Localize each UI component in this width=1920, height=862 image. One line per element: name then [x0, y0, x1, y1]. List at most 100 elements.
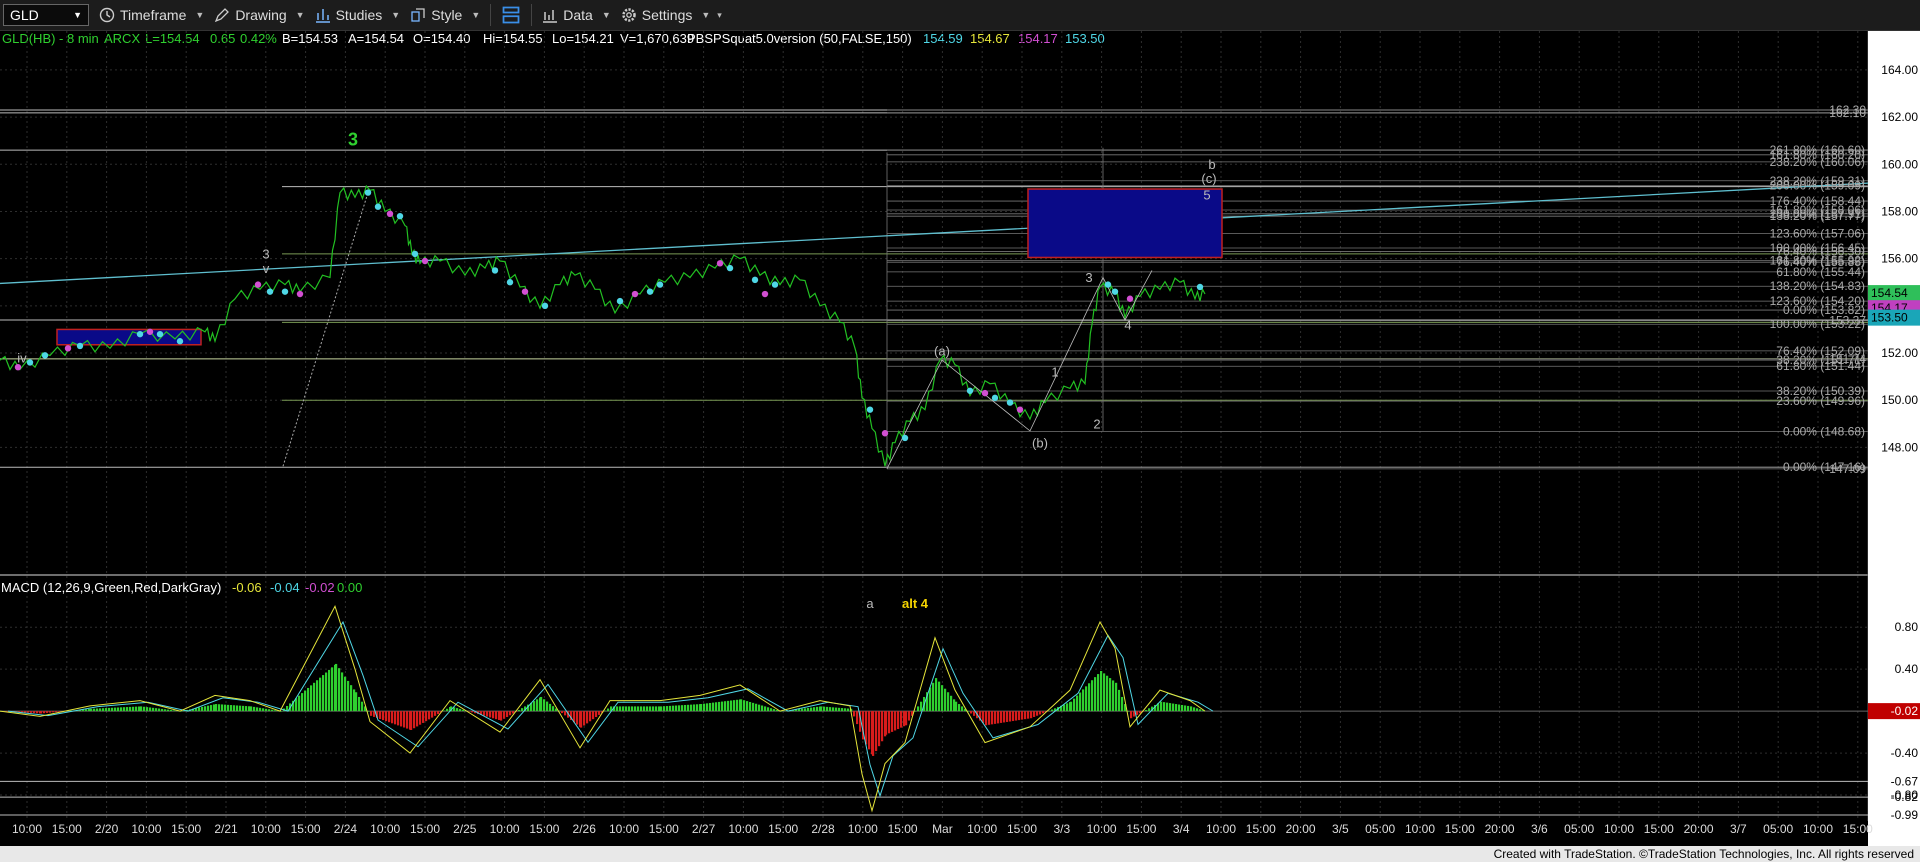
- macd-histogram-bar: [721, 701, 724, 712]
- macd-histogram-bar: [770, 708, 773, 712]
- macd-histogram-bar: [894, 711, 897, 731]
- time-tick-label: 3/6: [1531, 822, 1548, 836]
- macd-histogram-bar: [897, 711, 900, 730]
- macd-histogram-bar: [410, 711, 413, 730]
- fib-label: 123.60% (157.06): [1770, 227, 1865, 241]
- macd-histogram-bar: [658, 706, 661, 712]
- data-label: Data: [563, 7, 593, 23]
- time-tick-label: 15:00: [1007, 822, 1037, 836]
- time-tick-label: 3/4: [1173, 822, 1190, 836]
- macd-histogram-bar: [700, 704, 703, 712]
- last-price: L=154.54: [145, 31, 200, 46]
- macd-histogram-bar: [687, 704, 690, 712]
- study-dot: [1104, 281, 1112, 288]
- fib-label: 138.20% (154.83): [1770, 279, 1865, 293]
- macd-histogram-bar: [1196, 708, 1199, 712]
- macd-value-4: 0.00: [337, 580, 362, 595]
- macd-histogram-bar: [663, 706, 666, 712]
- macd-histogram-bar: [138, 706, 141, 712]
- time-tick-label: 10:00: [1405, 822, 1435, 836]
- price-chart[interactable]: GLD(HB) - 8 min ARCX L=154.54 0.65 0.42%…: [0, 31, 1920, 846]
- layout-icon: [502, 6, 520, 24]
- macd-histogram-bar: [397, 711, 400, 726]
- data-menu[interactable]: Data ▼: [542, 7, 611, 23]
- macd-histogram-bar: [607, 708, 610, 712]
- macd-histogram-bar: [847, 708, 850, 712]
- macd-histogram-bar: [218, 704, 221, 712]
- price-tick-label: 158.00: [1881, 204, 1918, 218]
- macd-histogram-bar: [764, 706, 767, 712]
- macd-histogram-bar: [304, 690, 307, 712]
- macd-histogram-bar: [709, 702, 712, 712]
- macd-histogram-bar: [446, 708, 449, 712]
- macd-histogram-bar: [437, 711, 440, 715]
- price-tick-label: 156.00: [1881, 252, 1918, 266]
- wave-label: 3: [262, 247, 269, 262]
- study-value-1: 154.59: [923, 31, 963, 46]
- fib-label: 0.00% (148.68): [1783, 424, 1865, 438]
- time-tick-label: 15:00: [52, 822, 82, 836]
- settings-menu[interactable]: Settings ▼ ▾: [621, 7, 722, 23]
- study-dot: [761, 290, 769, 298]
- macd-histogram-bar: [1079, 692, 1082, 712]
- layout-button[interactable]: [501, 5, 521, 25]
- macd-histogram-bar: [1160, 701, 1163, 712]
- macd-histogram-bar: [844, 708, 847, 712]
- chevron-down-icon: ▼: [295, 10, 305, 20]
- symbol-dropdown[interactable]: GLD ▼: [3, 4, 89, 26]
- macd-histogram-bar: [483, 711, 486, 716]
- macd-histogram-bar: [646, 706, 649, 712]
- drawing-menu[interactable]: Drawing ▼: [214, 7, 305, 23]
- study-dot: [881, 430, 889, 437]
- macd-histogram-bar: [991, 711, 994, 725]
- macd-histogram-bar: [1175, 704, 1178, 712]
- macd-histogram-bar: [724, 701, 727, 712]
- macd-histogram-bar: [903, 711, 906, 727]
- macd-histogram-bar: [970, 711, 973, 714]
- macd-histogram-bar: [1103, 673, 1106, 712]
- macd-histogram-bar: [908, 711, 911, 721]
- time-tick-label: 2/24: [334, 822, 358, 836]
- macd-histogram-bar: [1091, 680, 1094, 712]
- study-dot: [176, 338, 184, 345]
- timeframe-menu[interactable]: Timeframe ▼: [99, 7, 204, 23]
- macd-histogram-bar: [733, 700, 736, 712]
- study-dot: [1111, 288, 1119, 295]
- study-value-3: 154.17: [1018, 31, 1058, 46]
- macd-histogram-bar: [576, 711, 579, 725]
- macd-histogram-bar: [1066, 703, 1069, 712]
- macd-histogram-bar: [552, 706, 555, 712]
- macd-histogram-bar: [170, 709, 173, 712]
- macd-histogram-bar: [561, 711, 564, 714]
- price-tick-label: 160.00: [1881, 157, 1918, 171]
- fib-label: 61.80% (155.44): [1776, 265, 1865, 279]
- macd-histogram-bar: [589, 711, 592, 722]
- macd-histogram-bar: [1115, 682, 1118, 712]
- study-dot: [421, 257, 429, 265]
- studies-menu[interactable]: Studies ▼: [315, 7, 400, 23]
- macd-histogram-bar: [403, 711, 406, 728]
- macd-histogram-bar: [681, 705, 684, 712]
- macd-histogram-bar: [1082, 689, 1085, 712]
- macd-histogram-bar: [888, 711, 891, 734]
- macd-histogram-bar: [1070, 701, 1073, 712]
- macd-histogram-bar: [462, 709, 465, 712]
- style-menu[interactable]: Style ▼: [410, 7, 480, 23]
- macd-histogram-bar: [820, 706, 823, 712]
- macd-histogram-bar: [1018, 711, 1021, 721]
- macd-histogram-bar: [1145, 709, 1148, 712]
- macd-histogram-bar: [310, 685, 313, 712]
- macd-histogram-bar: [740, 699, 743, 712]
- macd-histogram-bar: [248, 706, 251, 712]
- macd-histogram-bar: [221, 704, 224, 712]
- footer-copyright: Created with TradeStation. ©TradeStation…: [0, 846, 1920, 862]
- macd-histogram-bar: [350, 685, 353, 712]
- macd-histogram-bar: [712, 702, 715, 712]
- macd-histogram-bar: [111, 707, 114, 712]
- macd-tag-label: -0.82: [1891, 790, 1919, 804]
- study-dot: [296, 290, 304, 298]
- macd-histogram-bar: [533, 701, 536, 712]
- macd-histogram-bar: [1076, 695, 1079, 712]
- macd-histogram-bar: [1030, 711, 1033, 719]
- macd-histogram-bar: [543, 699, 546, 712]
